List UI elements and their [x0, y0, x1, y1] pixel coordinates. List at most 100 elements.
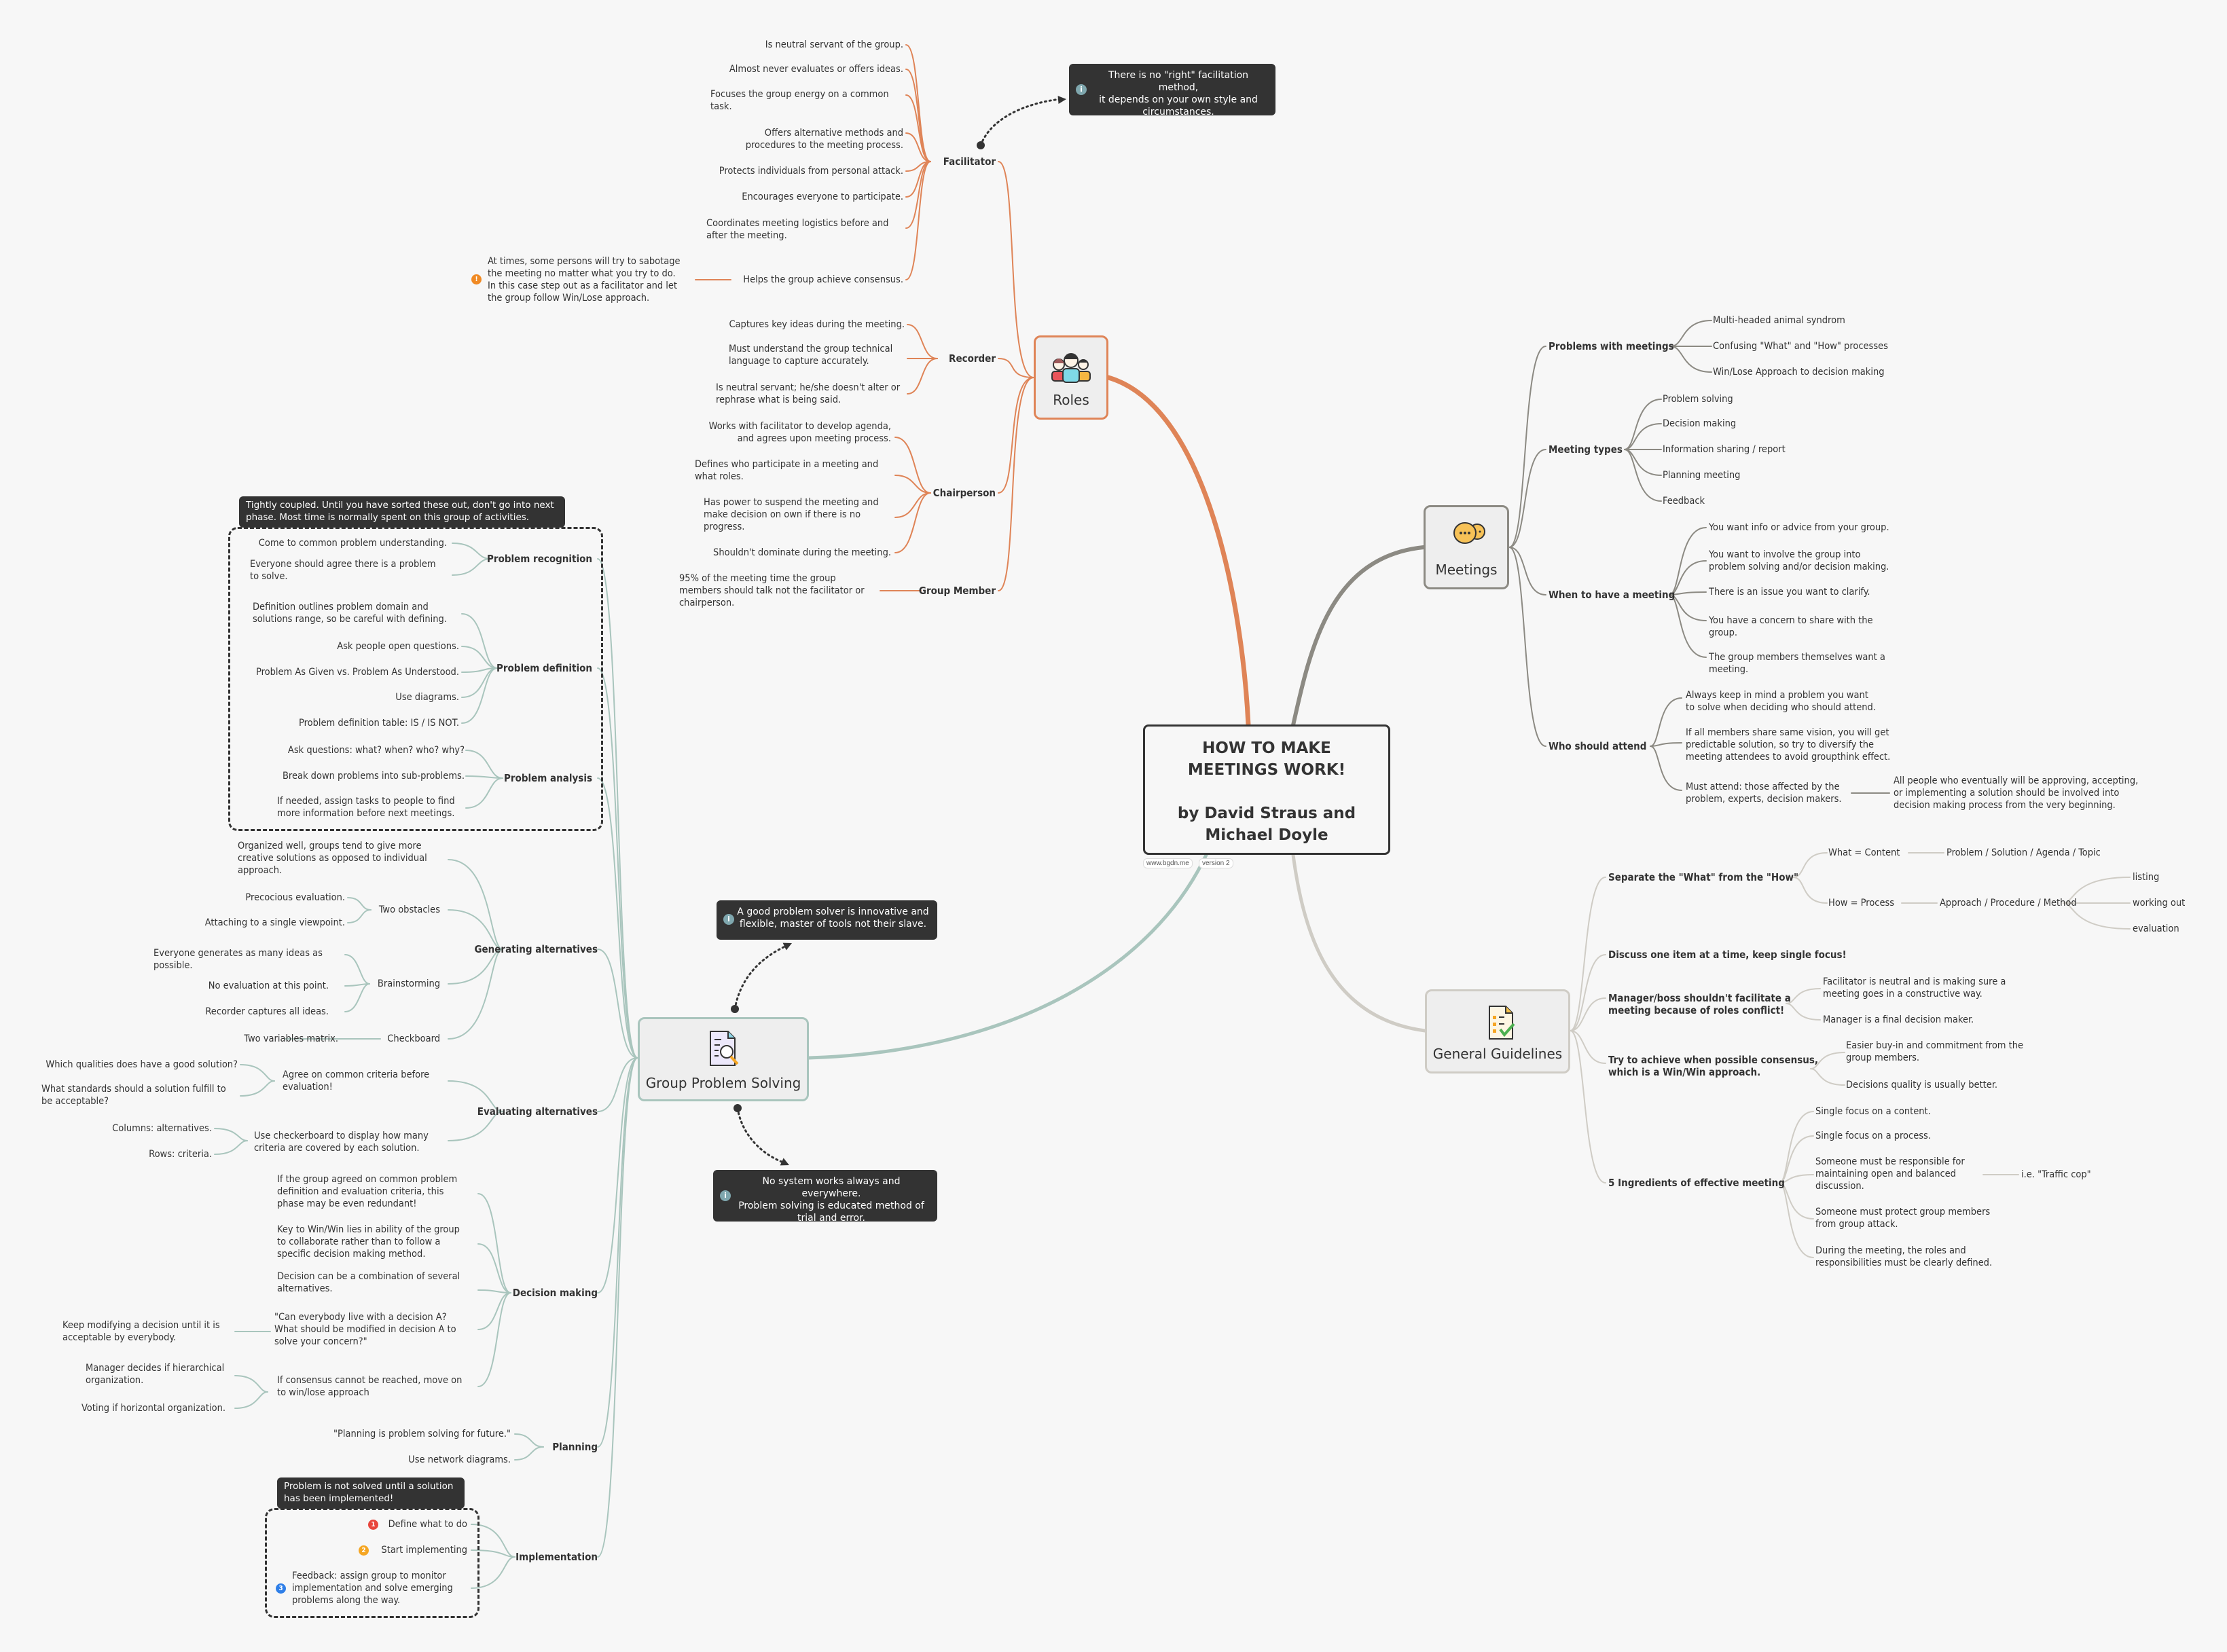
implementation-node[interactable]: Implementation [515, 1551, 598, 1563]
how-step-node[interactable]: listing [2133, 871, 2159, 883]
central-topic[interactable]: HOW TO MAKE MEETINGS WORK! by David Stra… [1143, 724, 1390, 855]
two-obstacles-node[interactable]: Two obstacles [379, 904, 440, 916]
ingredient-item[interactable]: Someone must be responsible for maintain… [1815, 1156, 1965, 1192]
chairperson-node[interactable]: Chairperson [933, 487, 996, 499]
problem-analysis-node[interactable]: Problem analysis [504, 772, 592, 784]
definition-item[interactable]: Use diagrams. [395, 691, 459, 703]
meeting-type-item[interactable]: Problem solving [1663, 393, 1733, 405]
fallback-item[interactable]: Voting if horizontal organization. [82, 1402, 225, 1414]
chairperson-item[interactable]: Shouldn't dominate during the meeting. [713, 547, 891, 559]
obstacle-item[interactable]: Precocious evaluation. [245, 892, 345, 904]
decision-item[interactable]: Decision can be a combination of several… [277, 1270, 460, 1295]
analysis-item[interactable]: Ask questions: what? when? who? why? [288, 744, 465, 756]
modify-detail[interactable]: Keep modifying a decision until it is ac… [62, 1319, 220, 1344]
who-item[interactable]: If all members share same vision, you wi… [1686, 727, 1890, 763]
generating-alternatives-node[interactable]: Generating alternatives [474, 943, 598, 955]
checkerboard-node[interactable]: Use checkerboard to display how many cri… [254, 1130, 429, 1154]
generating-intro[interactable]: Organized well, groups tend to give more… [238, 840, 427, 877]
chairperson-item[interactable]: Has power to suspend the meeting and mak… [704, 496, 879, 533]
brainstorming-item[interactable]: No evaluation at this point. [209, 980, 329, 992]
recorder-item[interactable]: Must understand the group technical lang… [729, 343, 892, 367]
facilitator-item[interactable]: Almost never evaluates or offers ideas. [729, 63, 903, 75]
problems-item[interactable]: Confusing "What" and "How" processes [1713, 340, 1888, 352]
when-item[interactable]: The group members themselves want a meet… [1709, 651, 1885, 676]
when-item[interactable]: You want to involve the group into probl… [1709, 549, 1889, 573]
problems-node[interactable]: Problems with meetings [1549, 340, 1674, 352]
brainstorming-item[interactable]: Everyone generates as many ideas as poss… [153, 947, 323, 972]
group-member-item[interactable]: 95% of the meeting time the group member… [679, 572, 865, 609]
definition-item[interactable]: Definition outlines problem domain and s… [253, 601, 447, 625]
how-step-node[interactable]: evaluation [2133, 923, 2179, 935]
analysis-item[interactable]: If needed, assign tasks to people to fin… [277, 795, 455, 820]
facilitator-item[interactable]: Is neutral servant of the group. [765, 39, 903, 51]
facilitator-warning-note[interactable]: At times, some persons will try to sabot… [488, 255, 681, 304]
how-step-node[interactable]: working out [2133, 897, 2185, 909]
ingredient-item[interactable]: Someone must protect group members from … [1815, 1206, 1990, 1230]
decision-item[interactable]: If the group agreed on common problem de… [277, 1173, 457, 1210]
problems-item[interactable]: Win/Lose Approach to decision making [1713, 366, 1885, 378]
facilitator-item[interactable]: Focuses the group energy on a common tas… [710, 88, 889, 113]
fallback-item[interactable]: Manager decides if hierarchical organiza… [86, 1362, 224, 1387]
recognition-item[interactable]: Come to common problem understanding. [259, 537, 447, 549]
facilitator-item[interactable]: Coordinates meeting logistics before and… [706, 217, 888, 242]
decision-item[interactable]: Key to Win/Win lies in ability of the gr… [277, 1224, 460, 1260]
one-item-node[interactable]: Discuss one item at a time, keep single … [1608, 949, 1847, 961]
facilitator-item[interactable]: Offers alternative methods and procedure… [746, 127, 903, 151]
who-node[interactable]: Who should attend [1549, 740, 1646, 752]
version-tag[interactable]: version 2 [1199, 858, 1233, 868]
definition-item[interactable]: Problem As Given vs. Problem As Understo… [256, 666, 459, 678]
brainstorming-item[interactable]: Recorder captures all ideas. [205, 1006, 329, 1018]
recorder-item[interactable]: Captures key ideas during the meeting. [729, 318, 905, 331]
who-item[interactable]: Always keep in mind a problem you want t… [1686, 689, 1876, 714]
group-member-node[interactable]: Group Member [919, 585, 996, 597]
planning-item[interactable]: Use network diagrams. [408, 1454, 511, 1466]
problem-recognition-node[interactable]: Problem recognition [487, 553, 592, 565]
evaluating-alternatives-node[interactable]: Evaluating alternatives [477, 1105, 598, 1118]
brainstorming-node[interactable]: Brainstorming [378, 978, 440, 990]
facilitator-item[interactable]: Encourages everyone to participate. [742, 191, 903, 203]
problems-item[interactable]: Multi-headed animal syndrom [1713, 314, 1845, 327]
analysis-item[interactable]: Break down problems into sub-problems. [283, 770, 465, 782]
criteria-item[interactable]: What standards should a solution fulfill… [41, 1083, 226, 1107]
how-detail-node[interactable]: Approach / Procedure / Method [1940, 897, 2077, 909]
what-content-node[interactable]: What = Content [1828, 847, 1900, 859]
consensus-node[interactable]: Try to achieve when possible consensus, … [1608, 1054, 1818, 1078]
separate-node[interactable]: Separate the "What" from the "How" [1608, 871, 1798, 883]
ingredient-item[interactable]: Single focus on a process. [1815, 1130, 1931, 1142]
manager-node[interactable]: Manager/boss shouldn't facilitate a meet… [1608, 992, 1791, 1016]
how-process-node[interactable]: How = Process [1828, 897, 1894, 909]
manager-item[interactable]: Manager is a final decision maker. [1823, 1014, 1974, 1026]
when-item[interactable]: You want info or advice from your group. [1709, 521, 1889, 534]
ingredient-item[interactable]: Single focus on a content. [1815, 1105, 1931, 1118]
chairperson-item[interactable]: Defines who participate in a meeting and… [695, 458, 878, 483]
when-item[interactable]: You have a concern to share with the gro… [1709, 614, 1873, 639]
meeting-type-item[interactable]: Decision making [1663, 418, 1736, 430]
planning-item[interactable]: "Planning is problem solving for future.… [333, 1428, 511, 1440]
when-item[interactable]: There is an issue you want to clarify. [1709, 586, 1870, 598]
decision-item[interactable]: "Can everybody live with a decision A? W… [274, 1311, 456, 1348]
implementation-item[interactable]: Feedback: assign group to monitor implem… [292, 1570, 453, 1607]
what-detail-node[interactable]: Problem / Solution / Agenda / Topic [1947, 847, 2101, 859]
traffic-cop-node[interactable]: i.e. "Traffic cop" [2021, 1169, 2091, 1181]
website-tag[interactable]: www.bgdn.me [1143, 858, 1193, 868]
problem-definition-node[interactable]: Problem definition [496, 662, 592, 674]
definition-item[interactable]: Problem definition table: IS / IS NOT. [299, 717, 459, 729]
criteria-item[interactable]: Which qualities does have a good solutio… [46, 1059, 238, 1071]
ingredients-node[interactable]: 5 Ingredients of effective meeting [1608, 1177, 1785, 1189]
who-item[interactable]: Must attend: those affected by the probl… [1686, 781, 1842, 805]
implementation-item[interactable]: Start implementing [381, 1544, 467, 1556]
recorder-item[interactable]: Is neutral servant; he/she doesn't alter… [716, 382, 900, 406]
problem-solving-topic[interactable]: Group Problem Solving [638, 1017, 809, 1101]
meeting-type-item[interactable]: Information sharing / report [1663, 443, 1786, 456]
checkerboard-item[interactable]: Columns: alternatives. [112, 1122, 212, 1135]
meeting-types-node[interactable]: Meeting types [1549, 443, 1623, 456]
consensus-item[interactable]: Decisions quality is usually better. [1846, 1079, 1997, 1091]
meeting-type-item[interactable]: Feedback [1663, 495, 1705, 507]
decision-making-node[interactable]: Decision making [513, 1287, 598, 1299]
meetings-topic[interactable]: Meetings [1424, 505, 1509, 589]
checkboard-item[interactable]: Two variables matrix. [244, 1033, 338, 1045]
chairperson-item[interactable]: Works with facilitator to develop agenda… [709, 420, 891, 445]
meeting-type-item[interactable]: Planning meeting [1663, 469, 1740, 481]
criteria-node[interactable]: Agree on common criteria before evaluati… [283, 1069, 429, 1093]
recognition-item[interactable]: Everyone should agree there is a problem… [250, 558, 436, 583]
